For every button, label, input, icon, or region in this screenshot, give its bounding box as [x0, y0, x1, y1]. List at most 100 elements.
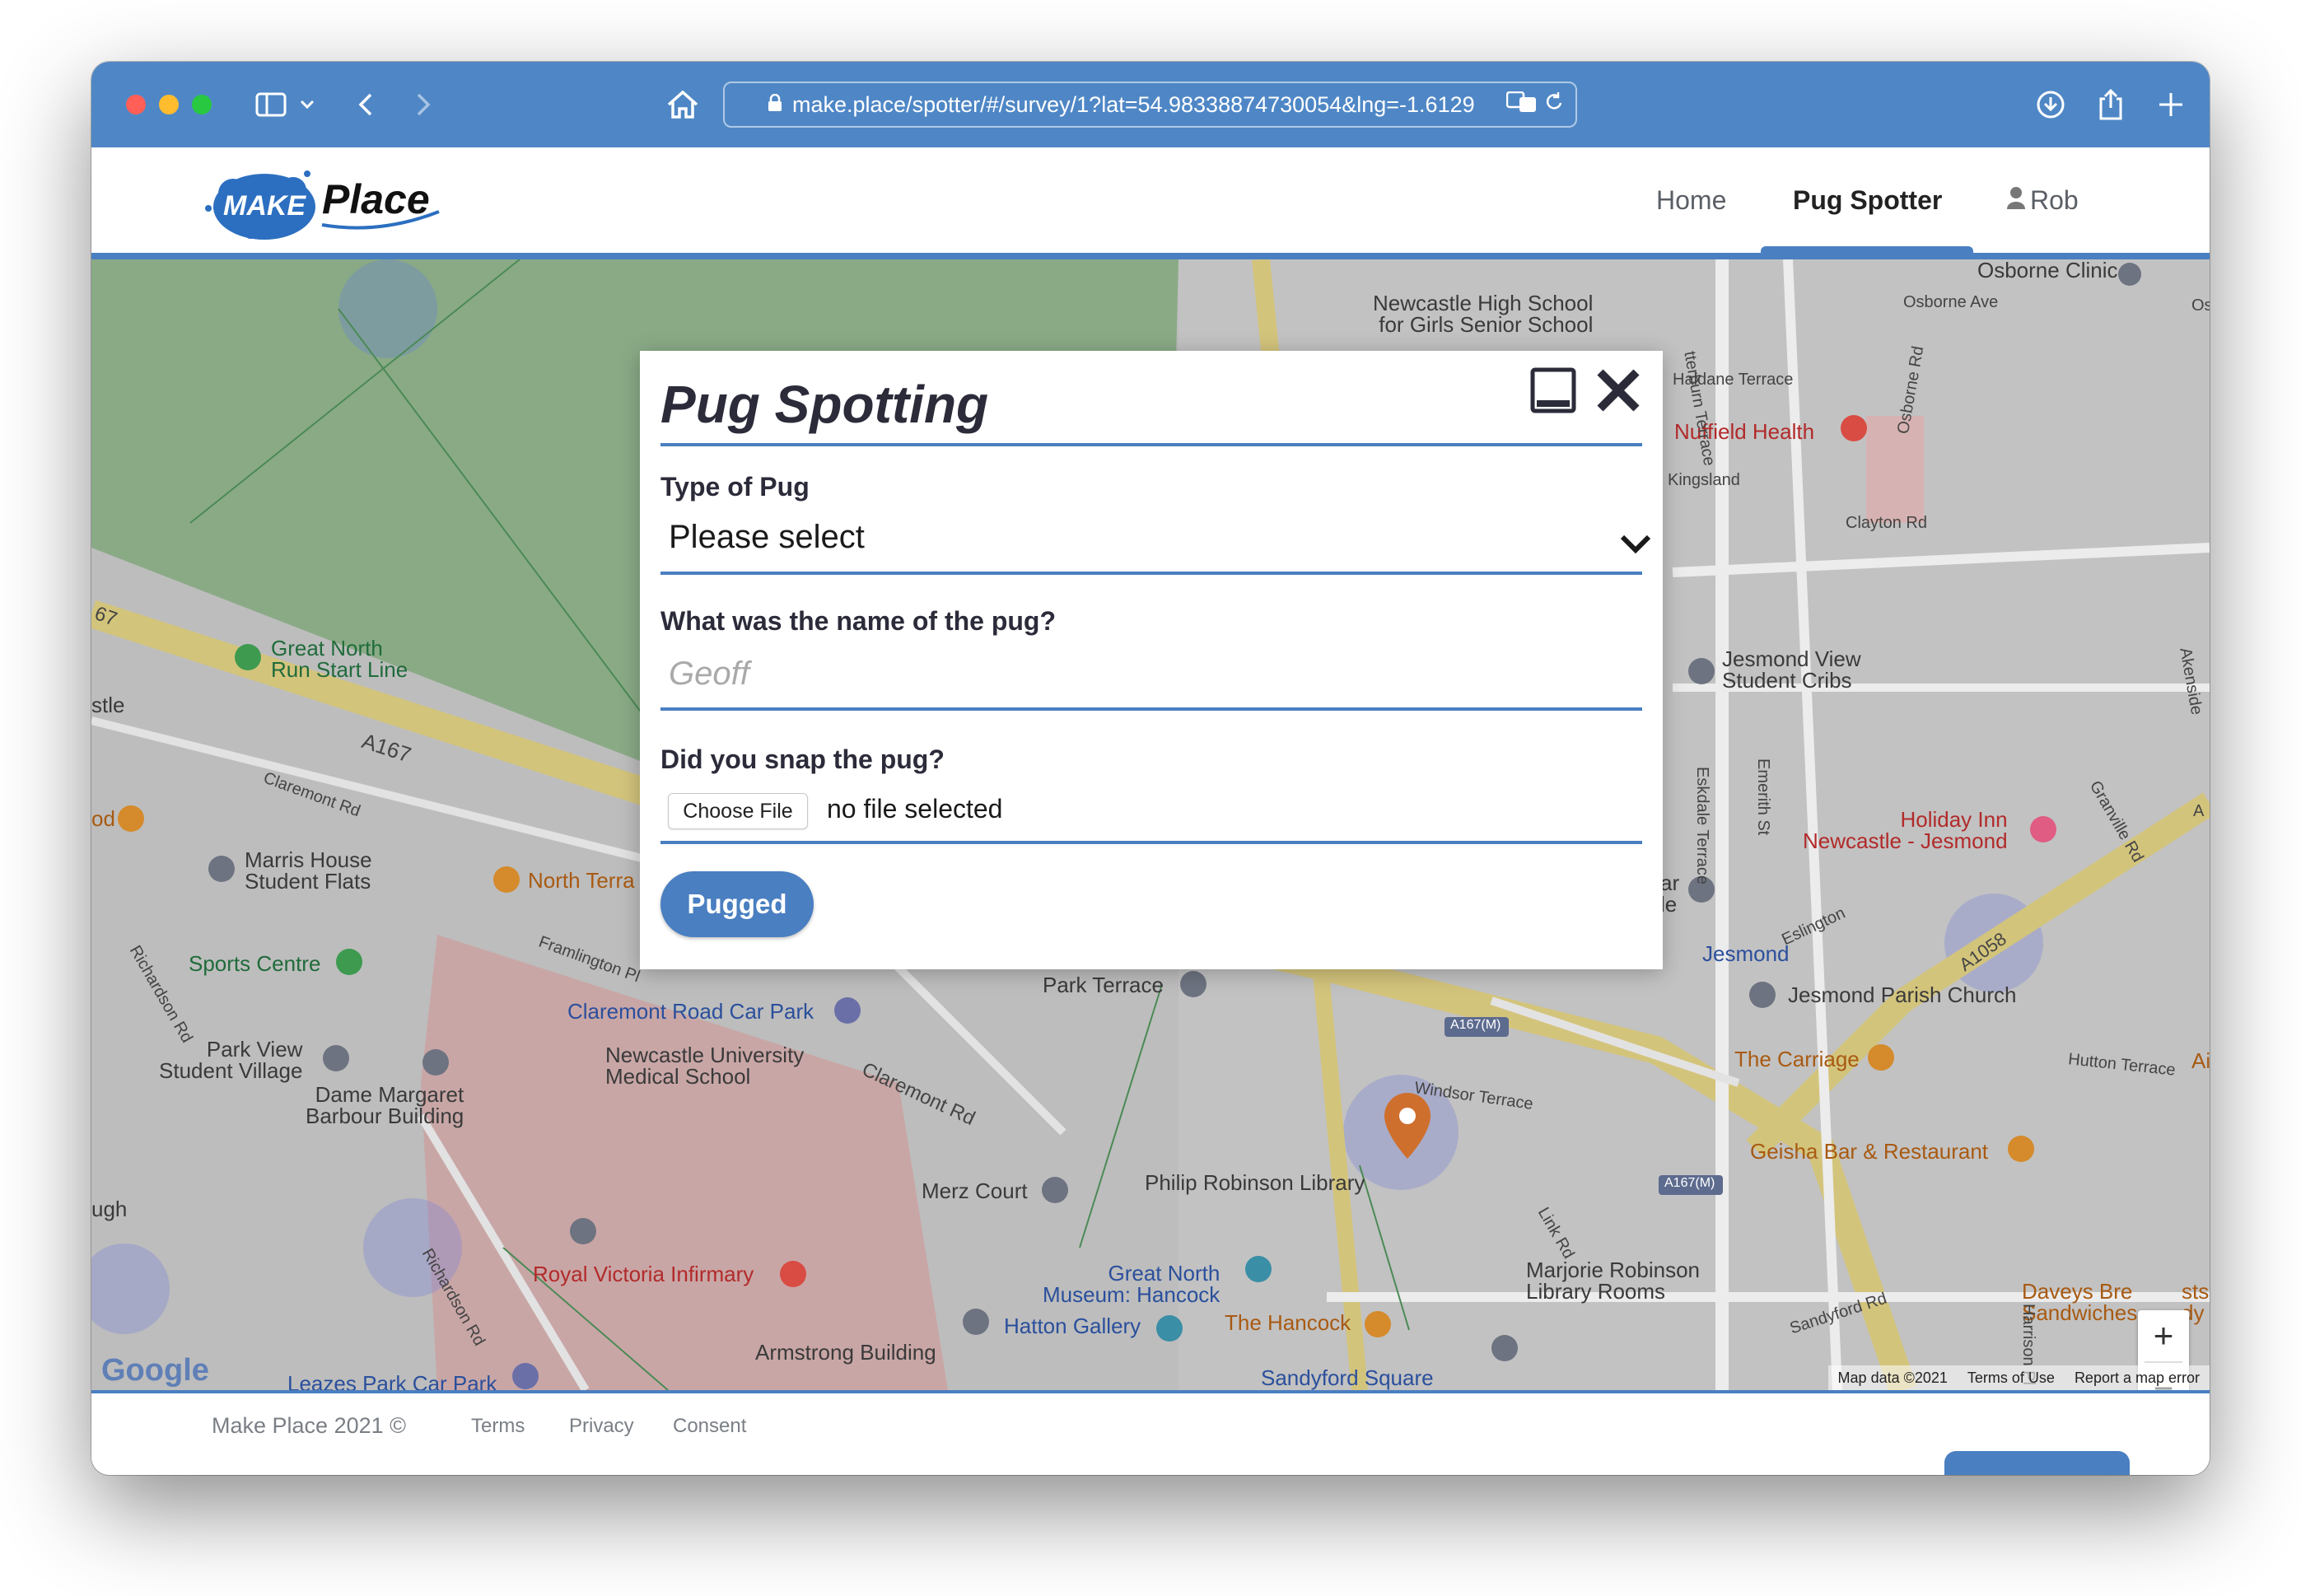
map-view[interactable]: Great North Run Start Line Marris House St… — [91, 259, 2210, 1390]
minimize-modal-icon[interactable] — [1530, 367, 1576, 413]
map-label-sts: sts — [2182, 1279, 2210, 1304]
site-header: MAKE Place Home Pug Spotter Rob — [91, 147, 2210, 259]
modal-title: Pug Spotting — [660, 375, 989, 434]
map-label-sandyford-square[interactable]: Sandyford Square — [1261, 1367, 1434, 1388]
pug-name-underline — [660, 707, 1642, 711]
pug-name-label: What was the name of the pug? — [660, 606, 1057, 636]
google-logo[interactable]: Google — [101, 1355, 209, 1386]
map-label-armstrong[interactable]: Armstrong Building — [755, 1342, 936, 1363]
map-label-hatton[interactable]: Hatton Gallery — [1004, 1315, 1141, 1337]
footer-action-button[interactable] — [1944, 1451, 2130, 1475]
download-icon[interactable] — [2033, 86, 2069, 123]
map-label-kingsland: Kingsland — [1668, 471, 1740, 489]
map-label-clayton-rd: Clayton Rd — [1846, 514, 1927, 532]
type-of-pug-value: Please select — [669, 519, 865, 555]
nav-user[interactable]: Rob — [2007, 147, 2079, 253]
map-label-od: od — [91, 806, 115, 831]
map-label-ugh: ugh — [91, 1197, 128, 1221]
share-icon[interactable] — [2093, 86, 2129, 123]
map-label-royal-victoria[interactable]: Royal Victoria Infirmary — [533, 1263, 754, 1285]
map-label-med-school[interactable]: Newcastle University Medical School — [605, 1044, 804, 1087]
map-label-emerith: Emerith St — [1754, 758, 1772, 836]
modal-title-divider — [660, 443, 1642, 446]
chevron-down-icon[interactable] — [297, 86, 317, 123]
map-label-geisha[interactable]: Geisha Bar & Restaurant — [1750, 1141, 1988, 1162]
snap-pug-label: Did you snap the pug? — [660, 744, 945, 774]
map-label-philip-robinson[interactable]: Philip Robinson Library — [1145, 1172, 1365, 1193]
map-label-north-terrace[interactable]: North Terra — [528, 870, 635, 891]
footer-privacy-link[interactable]: Privacy — [569, 1415, 634, 1438]
home-icon[interactable] — [665, 86, 701, 123]
map-label-great-north-run[interactable]: Great North Run Start Line — [271, 637, 408, 680]
map-label-jesmond-view[interactable]: Jesmond View Student Cribs — [1722, 648, 1861, 691]
map-label-jesmond[interactable]: Jesmond — [1702, 943, 1790, 964]
map-label-sports-centre[interactable]: Sports Centre — [189, 953, 320, 974]
back-icon[interactable] — [353, 86, 378, 123]
nav-pug-spotter[interactable]: Pug Spotter — [1793, 147, 1942, 253]
map-label-newcastle-high[interactable]: Newcastle High School for Girls Senior Sc… — [1373, 292, 1593, 335]
map-label-leazes[interactable]: Leazes Park Car Park — [287, 1373, 497, 1390]
logo-place-text: Place — [322, 176, 430, 222]
nav-home-label: Home — [1656, 184, 1727, 215]
zoom-in-button[interactable]: + — [2138, 1310, 2189, 1361]
map-label-claremont-car-park[interactable]: Claremont Road Car Park — [567, 1001, 814, 1022]
map-attribution: Map data ©2021 Terms of Use Report a map… — [1827, 1365, 2210, 1390]
type-of-pug-underline — [660, 572, 1642, 575]
url-text: make.place/spotter/#/survey/1?lat=54.983… — [792, 91, 1475, 117]
map-label-ai-edge: Ai — [2191, 1048, 2210, 1073]
map-data-text: Map data ©2021 — [1837, 1369, 1948, 1386]
pug-name-placeholder: Geoff — [669, 656, 749, 692]
close-window-button[interactable] — [126, 95, 146, 114]
map-label-eskdale: Eskdale Terrace — [1693, 767, 1711, 885]
footer-copyright: Make Place 2021 © — [212, 1413, 407, 1438]
map-label-the-hancock[interactable]: The Hancock — [1225, 1312, 1351, 1333]
map-label-osborne-ave: Osborne Ave — [1903, 293, 1999, 311]
reload-icon[interactable] — [1544, 91, 1564, 119]
map-label-ar-le: ar le — [1660, 870, 1680, 917]
map-label-park-terrace[interactable]: Park Terrace — [1043, 974, 1164, 996]
type-of-pug-select[interactable]: Please select — [660, 507, 1651, 573]
active-tab-indicator — [1761, 246, 1973, 253]
lock-icon — [768, 92, 782, 118]
zoom-window-button[interactable] — [192, 95, 212, 114]
map-label-marris-house[interactable]: Marris House Student Flats — [245, 849, 372, 892]
file-upload-underline — [660, 841, 1642, 844]
forward-icon[interactable] — [411, 86, 436, 123]
footer-consent-link[interactable]: Consent — [673, 1415, 746, 1438]
close-modal-icon[interactable] — [1595, 367, 1641, 413]
browser-toolbar: make.place/spotter/#/survey/1?lat=54.983… — [91, 62, 2210, 147]
map-label-marjorie[interactable]: Marjorie Robinson Library Rooms — [1526, 1259, 1700, 1302]
translate-icon[interactable] — [1505, 91, 1538, 119]
site-footer: Make Place 2021 © Terms Privacy Consent — [91, 1390, 2210, 1475]
report-error-link[interactable]: Report a map error — [2075, 1370, 2200, 1387]
map-label-the-carriage[interactable]: The Carriage — [1734, 1048, 1860, 1070]
user-icon — [2007, 185, 2025, 216]
address-bar[interactable]: make.place/spotter/#/survey/1?lat=54.983… — [723, 82, 1577, 128]
map-label-stle: stle — [91, 693, 125, 717]
map-label-great-north-museum[interactable]: Great North Museum: Hancock — [1043, 1262, 1220, 1305]
map-label-osborne-clinic[interactable]: Osborne Clinic — [1977, 259, 2118, 281]
map-label-jesmond-parish[interactable]: Jesmond Parish Church — [1788, 984, 2016, 1006]
map-label-os: Os — [2191, 296, 2210, 315]
choose-file-button[interactable]: Choose File — [668, 793, 808, 829]
logo-make-text: MAKE — [223, 190, 306, 222]
nav-pug-spotter-label: Pug Spotter — [1793, 184, 1943, 215]
map-label-merz-court[interactable]: Merz Court — [922, 1180, 1028, 1202]
nav-home[interactable]: Home — [1656, 147, 1726, 253]
pug-spotting-modal: Pug Spotting Type of Pug Please select W… — [640, 351, 1663, 969]
minimize-window-button[interactable] — [159, 95, 179, 114]
map-label-a-edge: A — [2193, 802, 2205, 820]
new-tab-icon[interactable] — [2153, 86, 2189, 123]
footer-terms-link[interactable]: Terms — [471, 1415, 525, 1438]
sidebar-toggle-icon[interactable] — [253, 86, 289, 123]
pug-name-input[interactable]: Geoff — [660, 644, 1642, 703]
nav-user-label: Rob — [2030, 184, 2079, 215]
terms-of-use-link[interactable]: Terms of Use — [1967, 1370, 2055, 1387]
map-label-holiday-inn[interactable]: Holiday Inn Newcastle - Jesmond — [1803, 809, 2008, 852]
map-label-a167m-2: A167(M) — [1664, 1176, 1715, 1190]
pugged-submit-button[interactable]: Pugged — [660, 871, 814, 937]
make-place-logo[interactable]: MAKE Place — [198, 159, 446, 250]
file-status-text: no file selected — [827, 794, 1003, 824]
map-label-dame-margaret[interactable]: Dame Margaret Barbour Building — [306, 1084, 464, 1127]
map-label-daveys[interactable]: Daveys Bre Sandwiches — [2022, 1281, 2137, 1323]
